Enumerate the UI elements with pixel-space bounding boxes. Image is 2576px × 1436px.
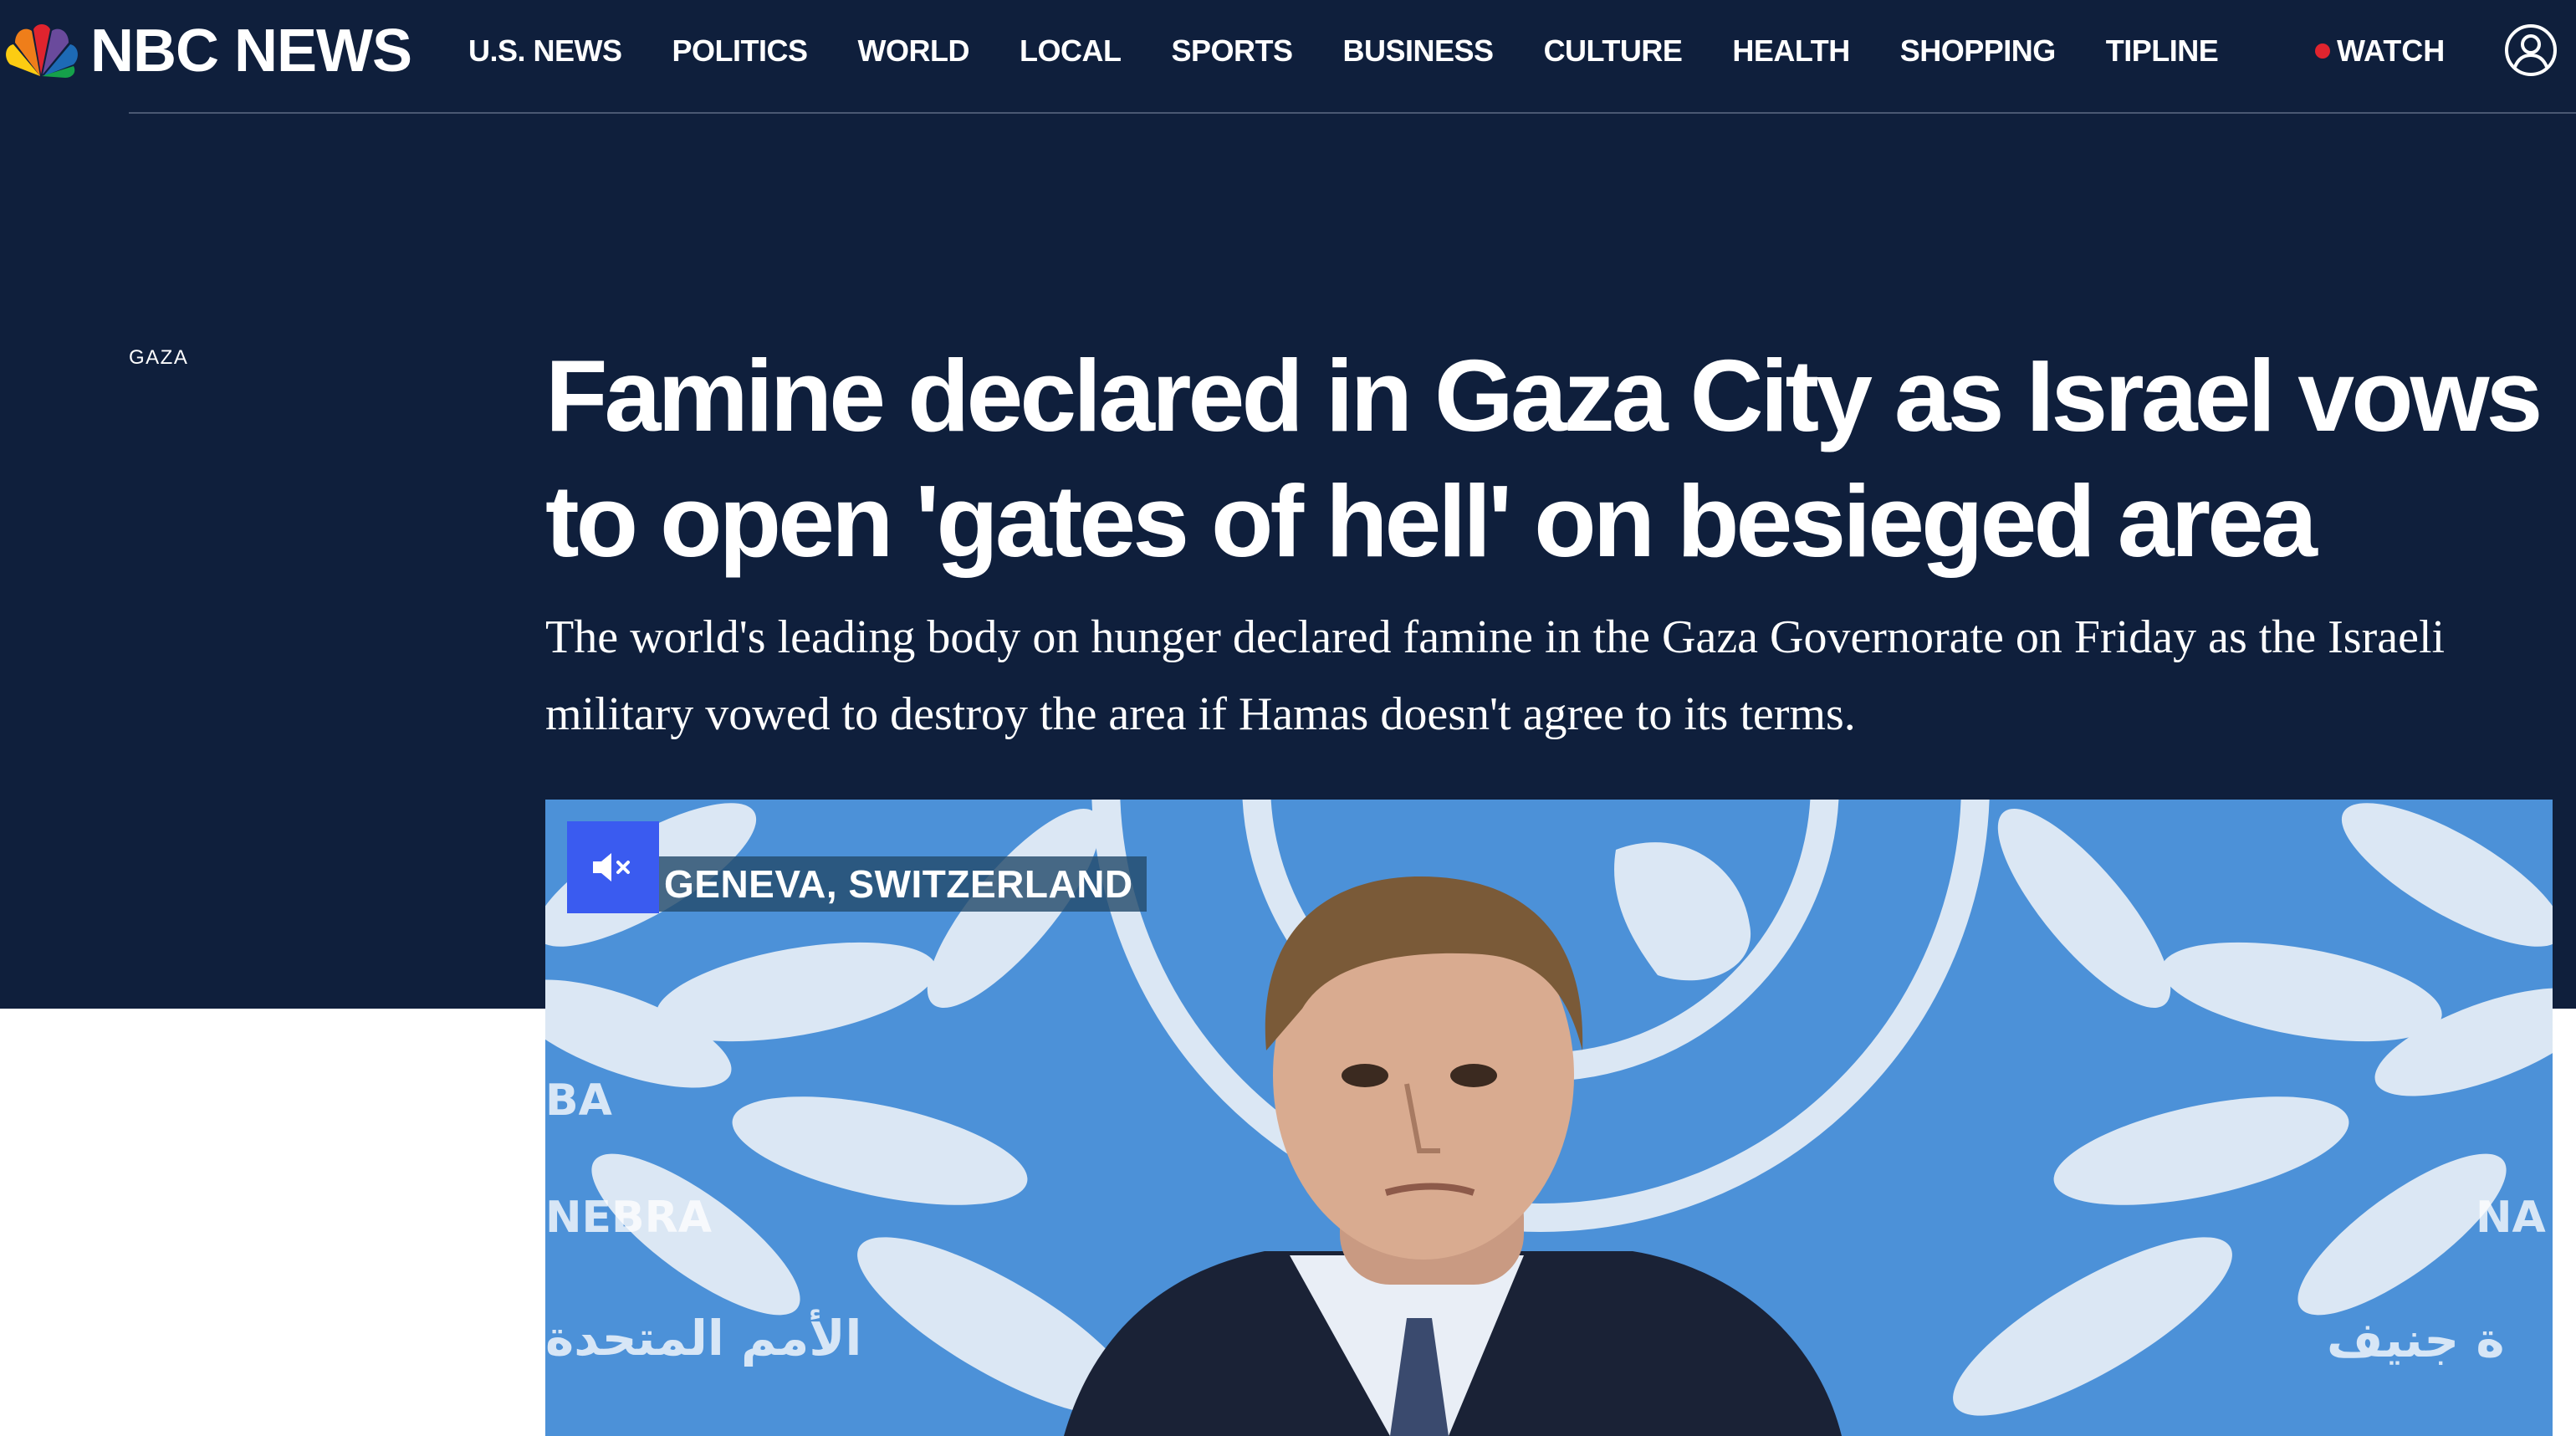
article-dek: The world's leading body on hunger decla… xyxy=(545,611,2446,740)
nav-item-us-news[interactable]: U.S. NEWS xyxy=(468,33,622,69)
nav-item-politics[interactable]: POLITICS xyxy=(672,33,809,69)
muted-speaker-icon xyxy=(593,853,630,882)
nav-item-tipline[interactable]: TIPLINE xyxy=(2106,33,2219,69)
nav-item-shopping[interactable]: SHOPPING xyxy=(1900,33,2057,69)
placard-text: ة جنيف xyxy=(2327,1311,2505,1368)
live-dot-icon xyxy=(2315,43,2330,59)
nav-item-local[interactable]: LOCAL xyxy=(1020,33,1122,69)
watch-label: WATCH xyxy=(2337,33,2446,68)
nav-item-culture[interactable]: CULTURE xyxy=(1544,33,1683,69)
account-icon[interactable] xyxy=(2504,23,2558,77)
header-divider xyxy=(129,112,2576,114)
site-header: NBC NEWS U.S. NEWS POLITICS WORLD LOCAL … xyxy=(0,0,2576,114)
section-label[interactable]: GAZA xyxy=(129,346,188,370)
nav-item-world[interactable]: WORLD xyxy=(858,33,970,69)
placard-text: NA xyxy=(2476,1193,2546,1243)
location-text: GENEVA, SWITZERLAND xyxy=(664,862,1133,906)
nav-item-sports[interactable]: SPORTS xyxy=(1171,33,1293,69)
brand-name: NBC NEWS xyxy=(90,18,412,84)
mute-toggle-button[interactable] xyxy=(567,821,659,913)
nbc-news-logo[interactable]: NBC NEWS xyxy=(3,18,412,84)
nav-item-business[interactable]: BUSINESS xyxy=(1343,33,1495,69)
article-headline: Famine declared in Gaza City as Israel v… xyxy=(545,339,2543,578)
main-nav: U.S. NEWS POLITICS WORLD LOCAL SPORTS BU… xyxy=(468,28,2268,74)
nav-item-health[interactable]: HEALTH xyxy=(1732,33,1850,69)
placard-text: NEBRA xyxy=(545,1193,712,1243)
location-chyron: GENEVA, SWITZERLAND xyxy=(659,856,1147,912)
nbc-peacock-icon xyxy=(6,24,78,78)
watch-live-link[interactable]: WATCH xyxy=(2315,28,2445,74)
placard-text: BA xyxy=(545,1076,612,1126)
video-player[interactable]: GENEVA, SWITZERLAND BA NEBRA الأمم المتح… xyxy=(545,800,2553,1436)
placard-text: الأمم المتحدة xyxy=(545,1310,862,1367)
